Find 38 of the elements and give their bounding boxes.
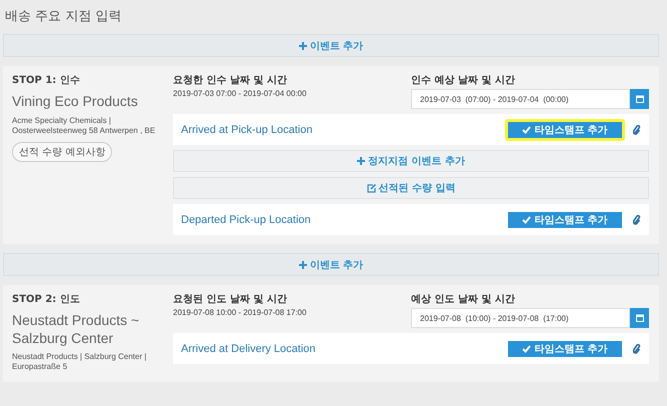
date-range-field[interactable]: 2019-07-08 (10:00) - 2019-07-08 (17:00) — [411, 308, 630, 328]
expected-date-label: 예상 인도 날짜 및 시간 — [411, 293, 516, 306]
action-bar-button[interactable]: 선적된 수량 입력 — [173, 177, 649, 199]
exception-tag[interactable]: 선적 수량 예외사항 — [12, 142, 112, 162]
calendar-icon — [636, 95, 644, 103]
calendar-button[interactable] — [630, 308, 649, 328]
stop-name: Neustadt Products ~ Salzburg Center — [12, 312, 140, 347]
add-timestamp-button[interactable]: 타임스탬프 추가 — [505, 118, 625, 140]
requested-date-label: 요청된 인도 날짜 및 시간 — [173, 293, 288, 306]
paperclip-icon[interactable] — [633, 124, 641, 134]
event-name: Arrived at Delivery Location — [181, 342, 317, 354]
event-name: Departed Pick-up Location — [181, 214, 312, 226]
calendar-button[interactable] — [630, 89, 649, 109]
plus-icon — [298, 260, 307, 268]
stop-name: Vining Eco Products — [12, 93, 139, 110]
page-title: 배송 주요 지점 입력 — [5, 8, 122, 25]
date-range-field[interactable]: 2019-07-03 (07:00) - 2019-07-04 (00:00) — [411, 89, 630, 109]
edit-icon — [366, 184, 376, 192]
action-bar-button[interactable]: 정지지점 이벤트 추가 — [173, 150, 649, 172]
stop-label: STOP 2: 인도 — [12, 293, 81, 306]
stop-address: Acme Specialty Chemicals | Oosterweelsteenweg 58 Antwerpen , BE — [12, 116, 156, 136]
requested-date-value: 2019-07-08 10:00 - 2019-07-08 17:00 — [173, 308, 308, 317]
plus-icon — [357, 157, 366, 165]
checkmark-icon — [522, 344, 532, 352]
stop-label: STOP 1: 인수 — [12, 74, 81, 87]
checkmark-icon — [522, 126, 532, 134]
calendar-icon — [636, 314, 644, 322]
event-name: Arrived at Pick-up Location — [181, 124, 314, 136]
requested-date-label: 요청한 인수 날짜 및 시간 — [173, 74, 288, 87]
plus-icon — [298, 42, 307, 50]
requested-date-value: 2019-07-03 07:00 - 2019-07-04 00:00 — [173, 89, 308, 98]
paperclip-icon[interactable] — [633, 344, 641, 354]
add-event-button[interactable]: 이벤트 추가 — [3, 253, 659, 276]
stop-address: Neustadt Products | Salzburg Center | Europastraße 5 — [12, 352, 148, 373]
checkmark-icon — [522, 216, 532, 224]
expected-date-label: 인수 예상 날짜 및 시간 — [411, 74, 516, 87]
add-event-button[interactable]: 이벤트 추가 — [3, 34, 659, 57]
paperclip-icon[interactable] — [633, 214, 641, 224]
